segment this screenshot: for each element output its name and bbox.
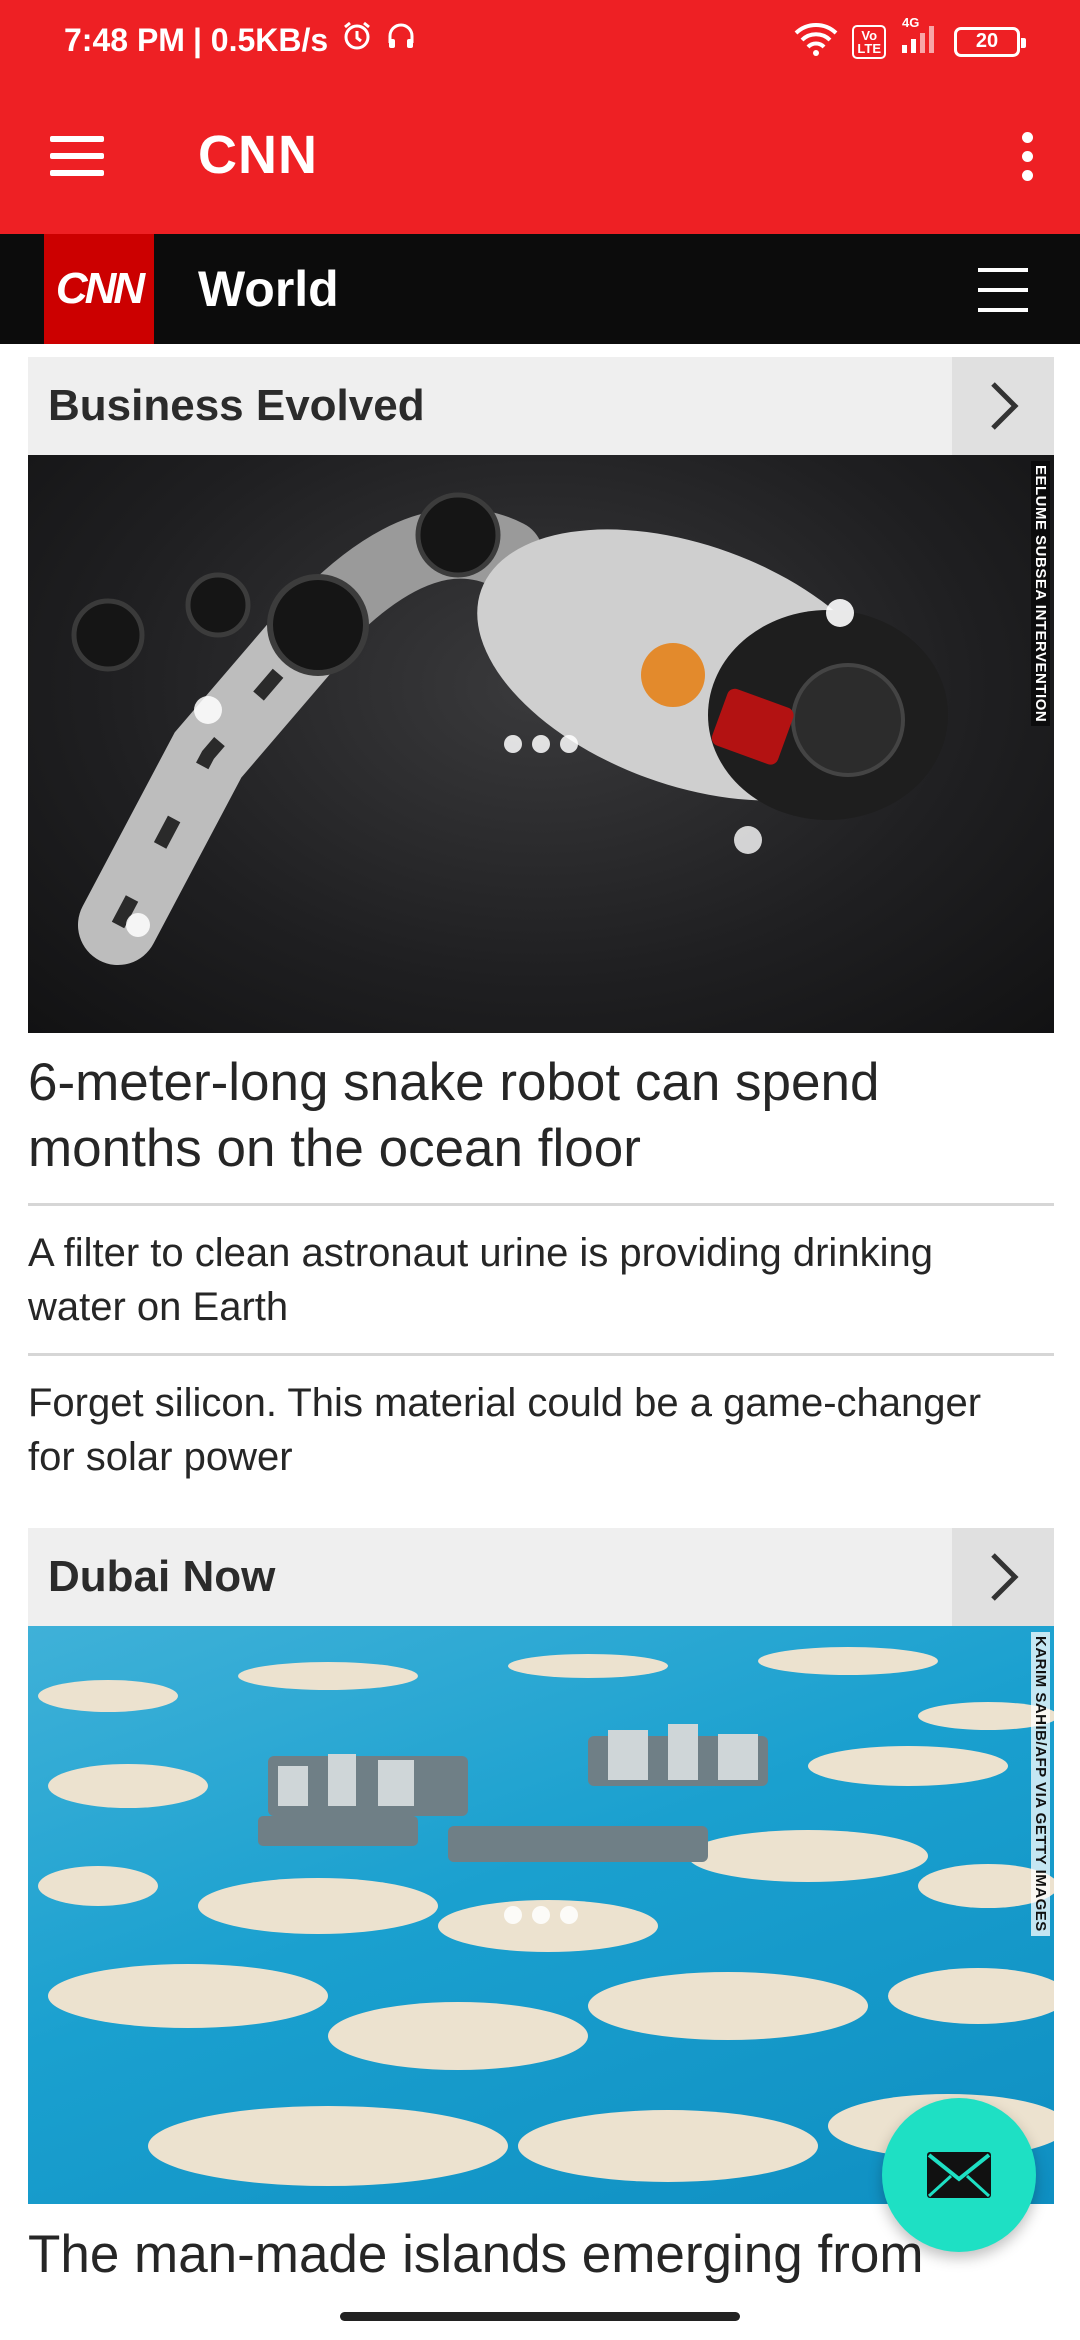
card-header-title: Dubai Now [48,1552,276,1601]
status-bar: 7:48 PM | 0.5KB/s Vo LTE 4G 20 [0,0,1080,80]
cell-signal-icon: 4G [900,15,940,60]
status-left: 7:48 PM | 0.5KB/s [64,0,416,90]
islands-image[interactable]: KARIM SAHIB/AFP VIA GETTY IMAGES [28,1626,1054,2204]
status-right: Vo LTE 4G 20 [794,15,1026,61]
app-bar: CNN [0,80,1080,234]
network-type: 4G [902,15,920,30]
overflow-menu-icon[interactable] [1018,132,1038,182]
menu-icon[interactable] [50,136,104,176]
headline-dubai-islands[interactable]: The man-made islands emerging from [28,2222,1054,2288]
status-time: 7:48 PM [64,21,185,58]
mail-icon [927,2152,991,2198]
card-header-title: Business Evolved [48,381,425,430]
card-header-dubai-now[interactable]: Dubai Now [28,1528,1054,1626]
volte-badge: Vo LTE [852,24,886,59]
divider [28,1353,1054,1356]
battery-icon: 20 [954,26,1026,57]
battery-level: 20 [975,30,999,52]
story-link-astronaut-filter[interactable]: A filter to clean astronaut urine is pro… [28,1226,1038,1334]
divider [28,1203,1054,1206]
card-header-business-evolved[interactable]: Business Evolved [28,357,1054,455]
headphones-icon [386,21,416,59]
cnn-logo[interactable]: CNN [44,234,154,344]
chevron-right-icon[interactable] [952,1528,1054,1626]
wifi-icon [794,22,838,61]
alarm-icon [342,21,372,59]
chevron-right-icon[interactable] [952,357,1054,455]
robot-image[interactable]: EELUME SUBSEA INTERVENTION [28,455,1054,1033]
headline-snake-robot[interactable]: 6-meter-long snake robot can spend month… [28,1050,1038,1182]
story-link-solar-material[interactable]: Forget silicon. This material could be a… [28,1376,1038,1484]
app-title: CNN [198,125,318,185]
loading-dots [504,735,578,753]
section-menu-icon[interactable] [978,268,1028,312]
loading-dots [504,1906,578,1924]
mail-fab-button[interactable] [882,2098,1036,2252]
image-credit: EELUME SUBSEA INTERVENTION [1031,461,1050,727]
status-speed: | 0.5KB/s [192,21,329,58]
home-indicator[interactable] [340,2312,740,2321]
image-credit: KARIM SAHIB/AFP VIA GETTY IMAGES [1031,1632,1050,1936]
section-nav: CNN World [0,234,1080,344]
section-title: World [198,261,339,317]
